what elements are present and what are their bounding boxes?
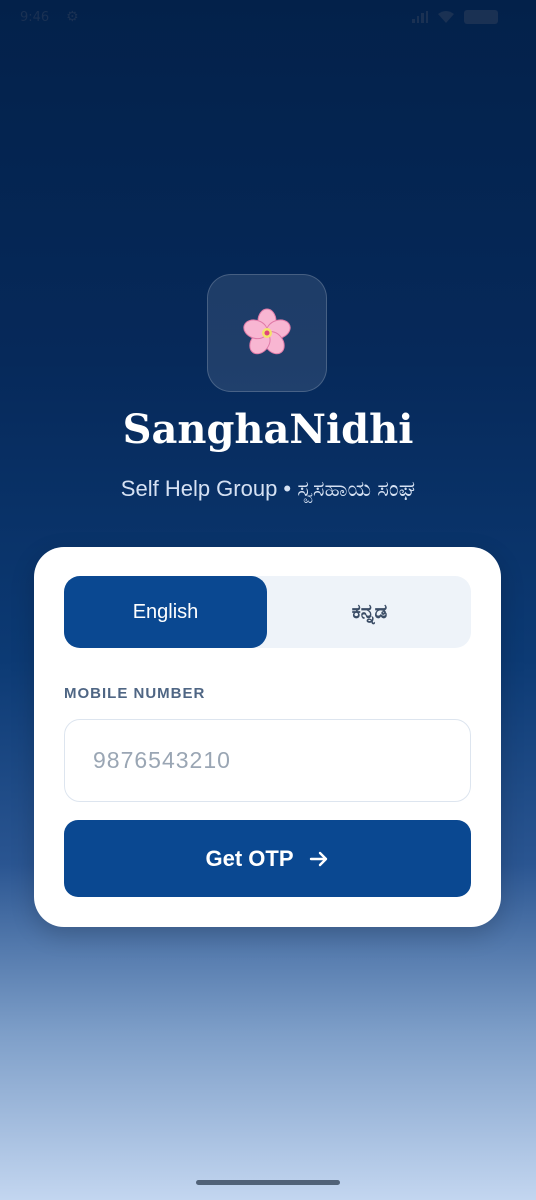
app-subtitle: Self Help Group • ಸ್ವಸಹಾಯ ಸಂಘ bbox=[120, 476, 416, 501]
get-otp-label: Get OTP bbox=[205, 845, 294, 871]
language-option-english[interactable]: English bbox=[64, 576, 267, 648]
arrow-right-icon bbox=[309, 851, 327, 866]
settings-gear-icon: ⚙ bbox=[66, 9, 79, 25]
mobile-number-input[interactable] bbox=[64, 719, 471, 802]
app-logo bbox=[207, 274, 327, 392]
battery-icon bbox=[464, 10, 498, 24]
home-indicator[interactable] bbox=[196, 1180, 340, 1185]
mobile-number-label: MOBILE NUMBER bbox=[64, 685, 206, 702]
get-otp-button[interactable]: Get OTP bbox=[64, 820, 471, 897]
signal-icon bbox=[412, 11, 428, 23]
status-bar: 9:46 ⚙ bbox=[0, 0, 536, 36]
language-toggle: English ಕನ್ನಡ bbox=[64, 576, 471, 648]
app-name: SanghaNidhi bbox=[122, 406, 414, 453]
language-option-kannada[interactable]: ಕನ್ನಡ bbox=[268, 576, 471, 648]
wifi-icon bbox=[438, 11, 454, 23]
login-card: English ಕನ್ನಡ MOBILE NUMBER Get OTP bbox=[34, 547, 501, 927]
status-time: 9:46 bbox=[20, 10, 50, 25]
cherry-blossom-flower-icon bbox=[243, 308, 291, 355]
status-indicators bbox=[412, 10, 498, 24]
